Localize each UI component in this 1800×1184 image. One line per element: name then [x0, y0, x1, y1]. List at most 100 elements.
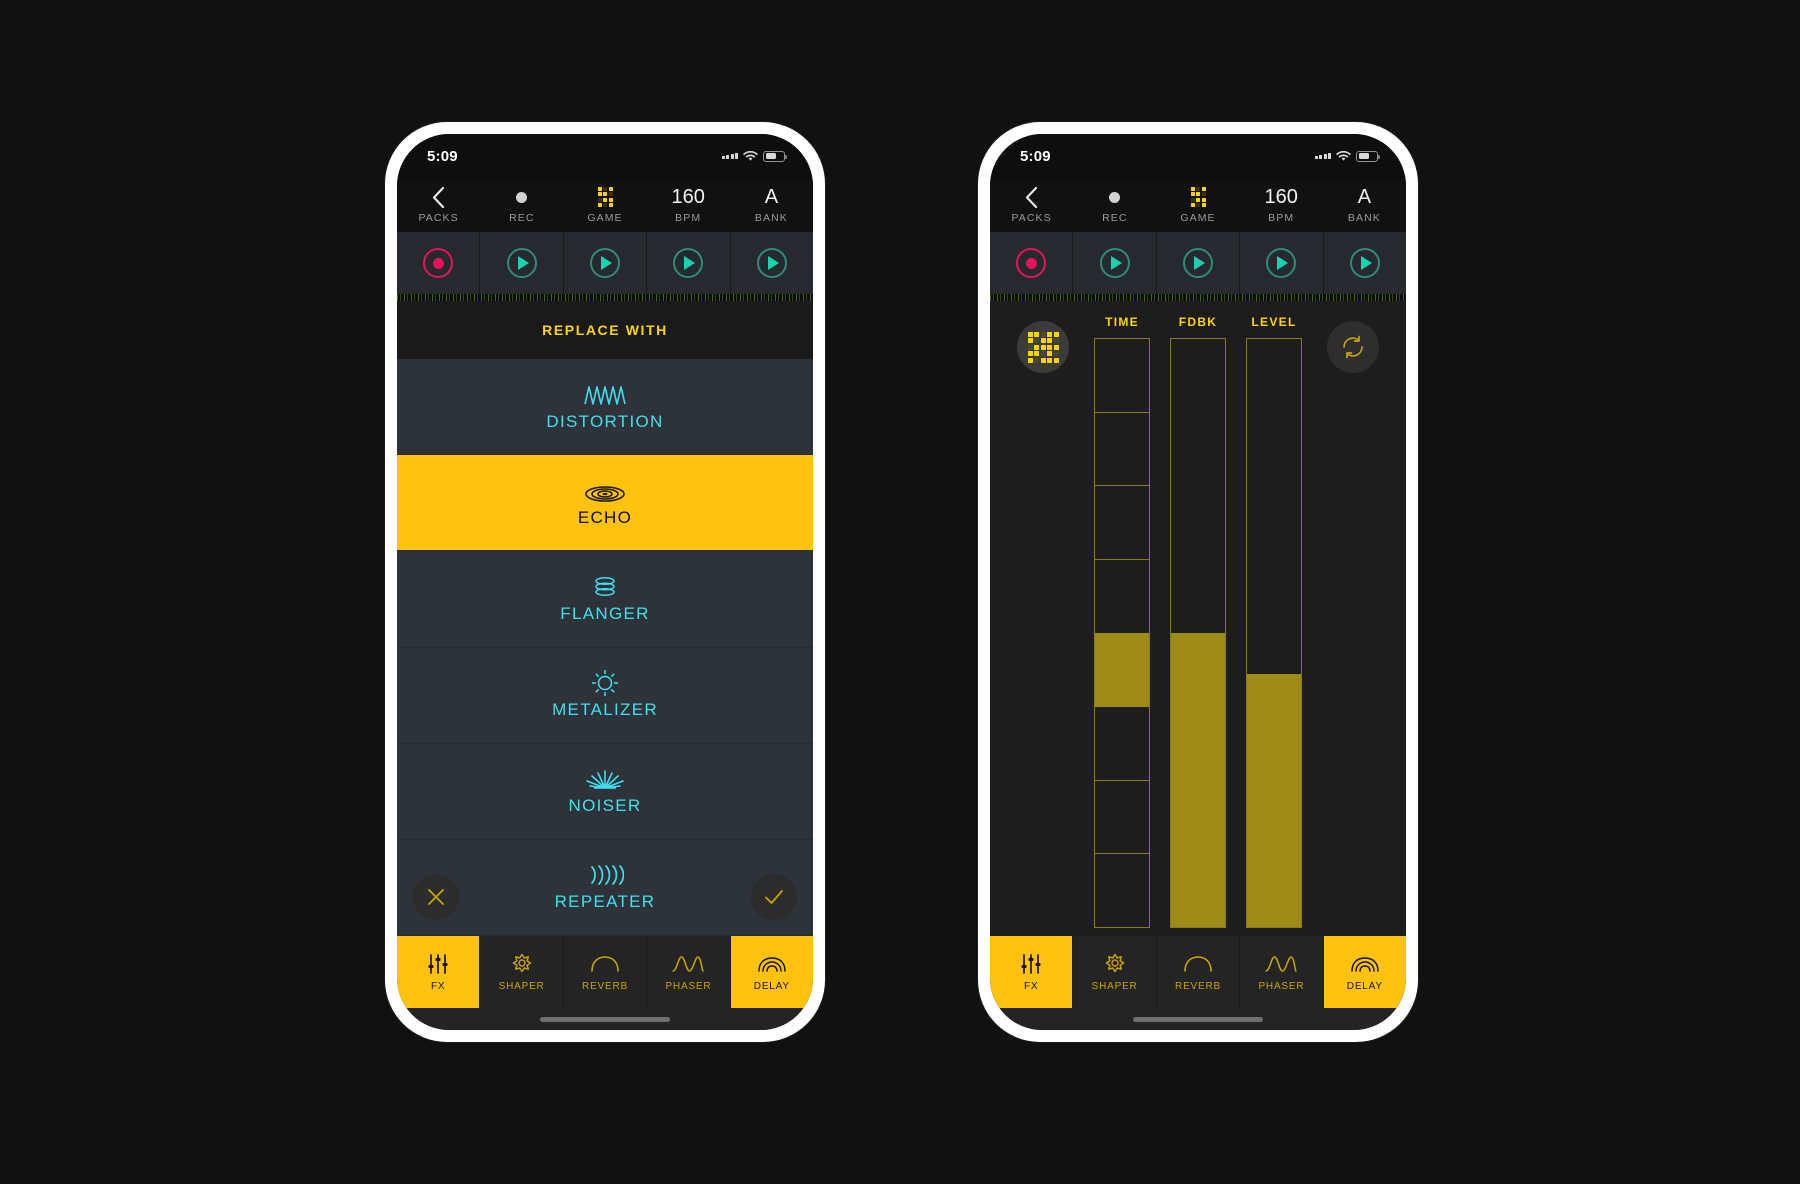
play-button-1[interactable]: [1073, 232, 1157, 294]
play-button-4[interactable]: [1324, 232, 1406, 294]
nav-item-rec[interactable]: REC: [1073, 178, 1156, 232]
play-button-2[interactable]: [564, 232, 648, 294]
phone2-transport-row: [990, 232, 1406, 294]
bank-letter: A: [1357, 185, 1372, 208]
play-button-4[interactable]: [731, 232, 813, 294]
slider-time: TIME: [1093, 315, 1151, 928]
sliders-icon: [426, 952, 450, 976]
cancel-x-icon[interactable]: [413, 874, 459, 920]
play-button-1[interactable]: [480, 232, 564, 294]
tab-phaser[interactable]: PHASER: [647, 936, 731, 1008]
slider-label-fdbk: FDBK: [1178, 315, 1218, 329]
fx-list-item-distortion[interactable]: DISTORTION: [397, 359, 813, 456]
phone1-fx-picker: REPLACE WITH DISTORTION ECHO FLANGER MET…: [397, 301, 813, 936]
slider-track-level[interactable]: [1246, 338, 1302, 928]
phone2-home-indicator: [990, 1008, 1406, 1030]
fx-name-repeater: REPEATER: [554, 892, 656, 912]
phone-mockup-2: 5:09 PACKS REC GAME 160 BPM A BANK TIME …: [978, 122, 1418, 1042]
tab-label-fx: FX: [431, 981, 446, 992]
bank-letter: A: [764, 185, 779, 208]
repeater-arcs-icon: [586, 862, 624, 888]
phone2-right-column: [1316, 315, 1390, 928]
nav-item-bank[interactable]: A BANK: [730, 178, 813, 232]
slider-fill-level: [1247, 674, 1301, 927]
bpm-value: 160: [671, 185, 705, 208]
nav-label-game: GAME: [1180, 211, 1216, 224]
phone1-status-bar: 5:09: [397, 134, 813, 178]
slider-label-time: TIME: [1105, 315, 1139, 329]
delay-waves-icon: [1350, 952, 1380, 976]
delay-waves-icon: [757, 952, 787, 976]
battery-icon: [763, 150, 787, 162]
tab-shaper[interactable]: SHAPER: [1073, 936, 1157, 1008]
pattern-grid-icon[interactable]: [1017, 321, 1069, 373]
tab-shaper[interactable]: SHAPER: [480, 936, 564, 1008]
nav-label-game: GAME: [587, 211, 623, 224]
tab-reverb[interactable]: REVERB: [1156, 936, 1241, 1008]
nav-label-packs: PACKS: [418, 211, 459, 224]
distortion-zigzag-icon: [583, 382, 627, 408]
tab-fx[interactable]: FX: [990, 936, 1074, 1008]
fx-list-item-flanger[interactable]: FLANGER: [397, 551, 813, 648]
metalizer-starburst-icon: [591, 670, 619, 697]
slider-fill-time: [1095, 633, 1149, 707]
tab-label-delay: DELAY: [1346, 981, 1383, 992]
fx-list-item-noiser[interactable]: NOISER: [397, 743, 813, 840]
confirm-check-icon[interactable]: [751, 874, 797, 920]
noiser-burst-icon: [584, 766, 626, 792]
play-button-2[interactable]: [1157, 232, 1241, 294]
tab-phaser[interactable]: PHASER: [1240, 936, 1324, 1008]
nav-item-packs[interactable]: PACKS: [397, 178, 480, 232]
status-indicators: [721, 150, 787, 162]
phone1-screen: 5:09 PACKS REC GAME 160 BPM A BANK REPLA…: [397, 134, 813, 1030]
tab-fx[interactable]: FX: [397, 936, 481, 1008]
reverb-arc-icon: [1183, 952, 1213, 976]
slider-fdbk: FDBK: [1169, 315, 1227, 928]
nav-item-bpm[interactable]: 160 BPM: [1240, 178, 1323, 232]
play-button-3[interactable]: [647, 232, 731, 294]
nav-item-game[interactable]: GAME: [1156, 178, 1239, 232]
fx-list-item-repeater[interactable]: REPEATER: [397, 839, 813, 936]
phone1-top-nav: PACKS REC GAME 160 BPM A BANK: [397, 178, 813, 232]
wifi-icon: [743, 150, 758, 162]
nav-item-rec[interactable]: REC: [480, 178, 563, 232]
phaser-wave-icon: [1265, 952, 1298, 976]
nav-label-bank: BANK: [1347, 211, 1381, 224]
slider-track-time[interactable]: [1094, 338, 1150, 928]
waveform-strip: [397, 294, 813, 301]
phone2-screen: 5:09 PACKS REC GAME 160 BPM A BANK TIME …: [990, 134, 1406, 1030]
record-dot-icon: [1109, 187, 1121, 208]
status-indicators: [1314, 150, 1380, 162]
slider-label-level: LEVEL: [1251, 315, 1297, 329]
reverb-arc-icon: [590, 952, 620, 976]
play-button-3[interactable]: [1240, 232, 1324, 294]
tab-reverb[interactable]: REVERB: [563, 936, 648, 1008]
phone2-status-bar: 5:09: [990, 134, 1406, 178]
chevron-left-icon: [432, 186, 445, 208]
nav-item-bank[interactable]: A BANK: [1323, 178, 1406, 232]
phone1-transport-row: [397, 232, 813, 294]
nav-item-packs[interactable]: PACKS: [990, 178, 1073, 232]
game-grid-icon: [1190, 186, 1206, 208]
record-button[interactable]: [397, 232, 481, 294]
record-button[interactable]: [990, 232, 1074, 294]
fx-name-noiser: NOISER: [568, 796, 642, 816]
delay-slider-group: TIME FDBK LEVEL: [1080, 315, 1316, 928]
tab-label-shaper: SHAPER: [498, 981, 545, 992]
nav-item-game[interactable]: GAME: [563, 178, 646, 232]
tab-label-reverb: REVERB: [582, 981, 628, 992]
slider-track-fdbk[interactable]: [1170, 338, 1226, 928]
nav-label-rec: REC: [1102, 211, 1128, 224]
chevron-left-icon: [1025, 186, 1038, 208]
fx-list-item-echo[interactable]: ECHO: [397, 455, 813, 552]
tab-label-delay: DELAY: [753, 981, 790, 992]
tab-delay[interactable]: DELAY: [1323, 936, 1406, 1008]
nav-item-bpm[interactable]: 160 BPM: [647, 178, 730, 232]
fx-list-item-metalizer[interactable]: METALIZER: [397, 647, 813, 744]
tab-label-phaser: PHASER: [665, 981, 712, 992]
tab-delay[interactable]: DELAY: [730, 936, 813, 1008]
shaper-star-icon: [1103, 952, 1127, 976]
nav-label-packs: PACKS: [1011, 211, 1052, 224]
phone2-tab-bar: FX SHAPER REVERB PHASER DELAY: [990, 936, 1406, 1008]
loop-refresh-icon[interactable]: [1327, 321, 1379, 373]
